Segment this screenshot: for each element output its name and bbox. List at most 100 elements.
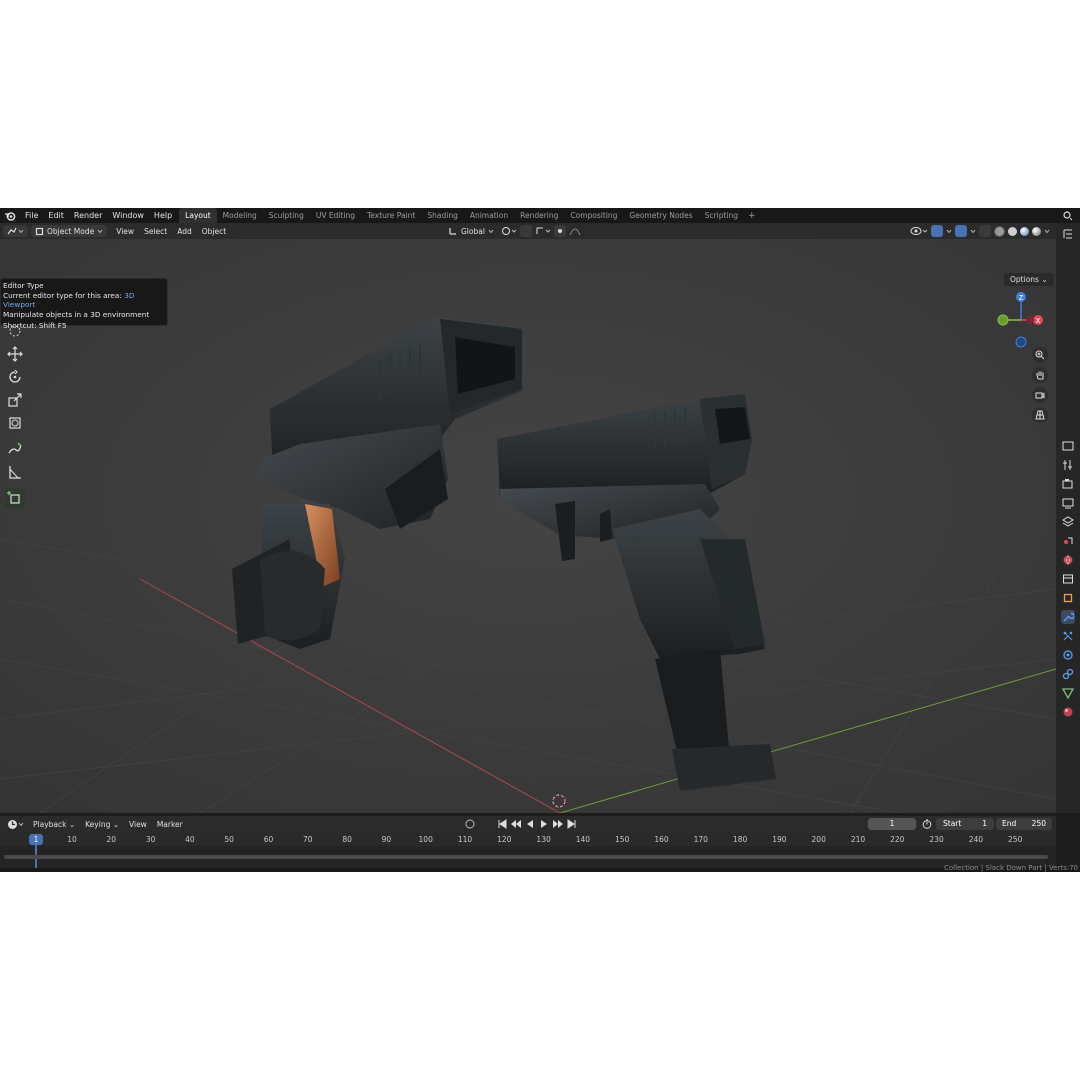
tab-modifiers[interactable] <box>1061 610 1075 624</box>
tool-rotate[interactable] <box>5 367 25 387</box>
menu-add[interactable]: Add <box>172 227 197 236</box>
timeline-area[interactable]: 10 20 30 40 50 60 70 80 90 100 110 120 130 140 150 160 1… <box>0 832 1056 868</box>
tab-scene[interactable] <box>1061 534 1075 548</box>
current-frame-field[interactable]: 1 <box>868 818 916 830</box>
3d-viewport[interactable]: Editor Type Current editor type for this… <box>0 239 1056 813</box>
stopwatch-icon[interactable] <box>922 819 932 829</box>
tab-data[interactable] <box>1061 686 1075 700</box>
timeline-editor-type-button[interactable] <box>3 818 28 830</box>
jump-to-keyframe-forward-button[interactable] <box>552 818 564 830</box>
menu-select[interactable]: Select <box>139 227 172 236</box>
outliner-filter-button[interactable] <box>1061 227 1075 241</box>
tab-animation[interactable]: Animation <box>464 208 514 223</box>
zoom-button[interactable] <box>1032 347 1048 363</box>
tab-tool[interactable] <box>1061 458 1075 472</box>
visibility-icon[interactable] <box>910 225 928 237</box>
start-frame-field[interactable]: Start 1 <box>936 818 994 830</box>
scene-icon[interactable] <box>1062 210 1074 221</box>
frame-tick-label: 150 <box>615 835 630 844</box>
tab-compositing[interactable]: Compositing <box>564 208 623 223</box>
menu-help[interactable]: Help <box>149 208 177 223</box>
camera-view-button[interactable] <box>1032 387 1048 403</box>
chevron-down-icon: ⌄ <box>1041 275 1048 284</box>
menu-file[interactable]: File <box>20 208 43 223</box>
end-frame-field[interactable]: End 250 <box>996 818 1052 830</box>
playhead-frame-indicator[interactable]: 1 <box>29 834 43 845</box>
tool-transform[interactable] <box>5 413 25 433</box>
gizmo-toggle-icon[interactable] <box>931 225 943 237</box>
tab-collection[interactable] <box>1061 572 1075 586</box>
properties-editor-button[interactable] <box>1061 439 1075 453</box>
jump-to-keyframe-back-button[interactable] <box>510 818 522 830</box>
tab-object[interactable] <box>1061 591 1075 605</box>
tab-output[interactable] <box>1061 496 1075 510</box>
menu-playback[interactable]: Playback ⌄ <box>28 820 80 829</box>
tab-geometry-nodes[interactable]: Geometry Nodes <box>623 208 698 223</box>
menu-render[interactable]: Render <box>69 208 107 223</box>
snap-toggle-icon[interactable] <box>519 225 532 237</box>
tab-constraints[interactable] <box>1061 667 1075 681</box>
options-dropdown[interactable]: Options ⌄ <box>1004 273 1054 286</box>
overlays-toggle-icon[interactable] <box>955 225 967 237</box>
frame-tick-label: 20 <box>106 835 117 844</box>
add-workspace-button[interactable]: + <box>744 211 760 221</box>
menu-keying[interactable]: Keying ⌄ <box>80 820 124 829</box>
pan-button[interactable] <box>1032 367 1048 383</box>
menu-edit[interactable]: Edit <box>43 208 69 223</box>
gizmo-y-axis[interactable] <box>997 314 1009 326</box>
menu-window[interactable]: Window <box>107 208 149 223</box>
proportional-edit-icon[interactable] <box>553 225 566 237</box>
tab-rendering[interactable]: Rendering <box>514 208 564 223</box>
navigation-gizmo[interactable]: Z X <box>994 289 1050 355</box>
menu-object[interactable]: Object <box>197 227 231 236</box>
tool-move[interactable] <box>5 344 25 364</box>
wrench-icon <box>1063 612 1074 622</box>
snap-target-icon[interactable] <box>535 225 551 237</box>
wireframe-shading-icon[interactable] <box>994 225 1005 237</box>
frame-ruler[interactable]: 10 20 30 40 50 60 70 80 90 100 110 120 130 140 150 160 1… <box>0 832 1056 846</box>
tab-texture-paint[interactable]: Texture Paint <box>361 208 421 223</box>
material-preview-icon[interactable] <box>1020 226 1029 236</box>
frame-tick-label: 190 <box>772 835 787 844</box>
editor-type-button[interactable] <box>3 225 28 237</box>
timeline-scrollbar[interactable] <box>4 855 1048 859</box>
particles-icon <box>1063 631 1073 641</box>
tab-layout[interactable]: Layout <box>179 208 217 223</box>
blender-logo-icon[interactable] <box>4 211 16 221</box>
play-reverse-button[interactable] <box>524 818 536 830</box>
tool-measure[interactable] <box>5 462 25 482</box>
orientation-dropdown[interactable]: Global <box>444 225 498 237</box>
pivot-point-icon[interactable] <box>501 225 517 237</box>
solid-shading-icon[interactable] <box>1008 226 1017 236</box>
tab-view-layer[interactable] <box>1061 515 1075 529</box>
menu-marker[interactable]: Marker <box>152 820 188 829</box>
rendered-shading-icon[interactable] <box>1032 226 1041 236</box>
gizmo-neg-x-axis[interactable] <box>1026 316 1034 324</box>
menu-timeline-view[interactable]: View <box>124 820 152 829</box>
auto-keying-button[interactable] <box>464 818 476 830</box>
play-button[interactable] <box>538 818 550 830</box>
tab-modeling[interactable]: Modeling <box>217 208 263 223</box>
tab-particles[interactable] <box>1061 629 1075 643</box>
keying-set-dropdown[interactable] <box>478 818 494 830</box>
tab-sculpting[interactable]: Sculpting <box>263 208 310 223</box>
tab-shading[interactable]: Shading <box>421 208 463 223</box>
tab-material[interactable] <box>1061 705 1075 719</box>
xray-toggle-icon[interactable] <box>979 225 991 237</box>
tab-uv-editing[interactable]: UV Editing <box>310 208 361 223</box>
gizmo-neg-z-axis[interactable] <box>1015 336 1027 348</box>
menu-view[interactable]: View <box>111 227 139 236</box>
jump-to-start-button[interactable] <box>496 818 508 830</box>
tool-add-cube[interactable] <box>5 488 25 508</box>
object-mode-dropdown[interactable]: Object Mode <box>31 225 108 237</box>
tool-scale[interactable] <box>5 390 25 410</box>
tool-annotate[interactable] <box>5 439 25 459</box>
tab-scripting[interactable]: Scripting <box>699 208 744 223</box>
measure-tool-icon <box>9 466 21 479</box>
tab-physics[interactable] <box>1061 648 1075 662</box>
tab-render[interactable] <box>1061 477 1075 491</box>
perspective-toggle-button[interactable] <box>1032 407 1048 423</box>
jump-to-end-button[interactable] <box>566 818 578 830</box>
tab-world[interactable] <box>1061 553 1075 567</box>
falloff-icon[interactable] <box>569 225 581 237</box>
